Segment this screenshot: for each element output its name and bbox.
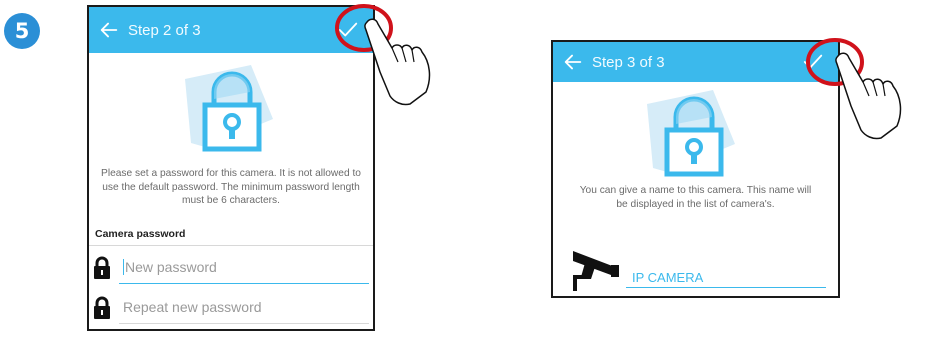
- new-password-placeholder: New password: [125, 258, 217, 275]
- arrow-left-icon[interactable]: [562, 51, 584, 73]
- app-bar-title: Step 2 of 3: [128, 21, 201, 39]
- new-password-input[interactable]: New password: [119, 250, 369, 284]
- arrow-left-icon[interactable]: [98, 19, 120, 41]
- text-cursor: [123, 258, 124, 275]
- section-divider: [89, 245, 373, 246]
- phone-screen-step-3: Step 3 of 3 You can give a name to this …: [551, 40, 840, 298]
- checkmark-icon[interactable]: [802, 51, 824, 73]
- camera-name-description: You can give a name to this camera. This…: [579, 185, 812, 210]
- repeat-password-placeholder: Repeat new password: [123, 298, 262, 315]
- password-description: Please set a password for this camera. I…: [101, 168, 361, 206]
- camera-name-input[interactable]: IP CAMERA: [626, 264, 826, 288]
- repeat-password-input[interactable]: Repeat new password: [119, 290, 369, 324]
- checkmark-icon[interactable]: [337, 19, 359, 41]
- lock-icon: [94, 296, 110, 319]
- app-bar-title: Step 3 of 3: [592, 53, 665, 71]
- app-bar: Step 3 of 3: [553, 42, 838, 82]
- repeat-password-row: Repeat new password: [89, 290, 373, 326]
- padlock-icon: [647, 90, 735, 177]
- padlock-icon: [185, 65, 273, 152]
- app-bar: Step 2 of 3: [89, 7, 373, 53]
- new-password-row: New password: [89, 250, 373, 286]
- camera-password-label: Camera password: [95, 228, 186, 240]
- security-camera-icon: [573, 251, 619, 291]
- phone-screen-step-2: Step 2 of 3 Please set a password for th…: [87, 5, 375, 331]
- step-number-badge: 5: [4, 13, 40, 49]
- lock-icon: [94, 256, 110, 279]
- camera-name-value: IP CAMERA: [632, 270, 704, 285]
- pointing-hand-icon: [835, 52, 902, 140]
